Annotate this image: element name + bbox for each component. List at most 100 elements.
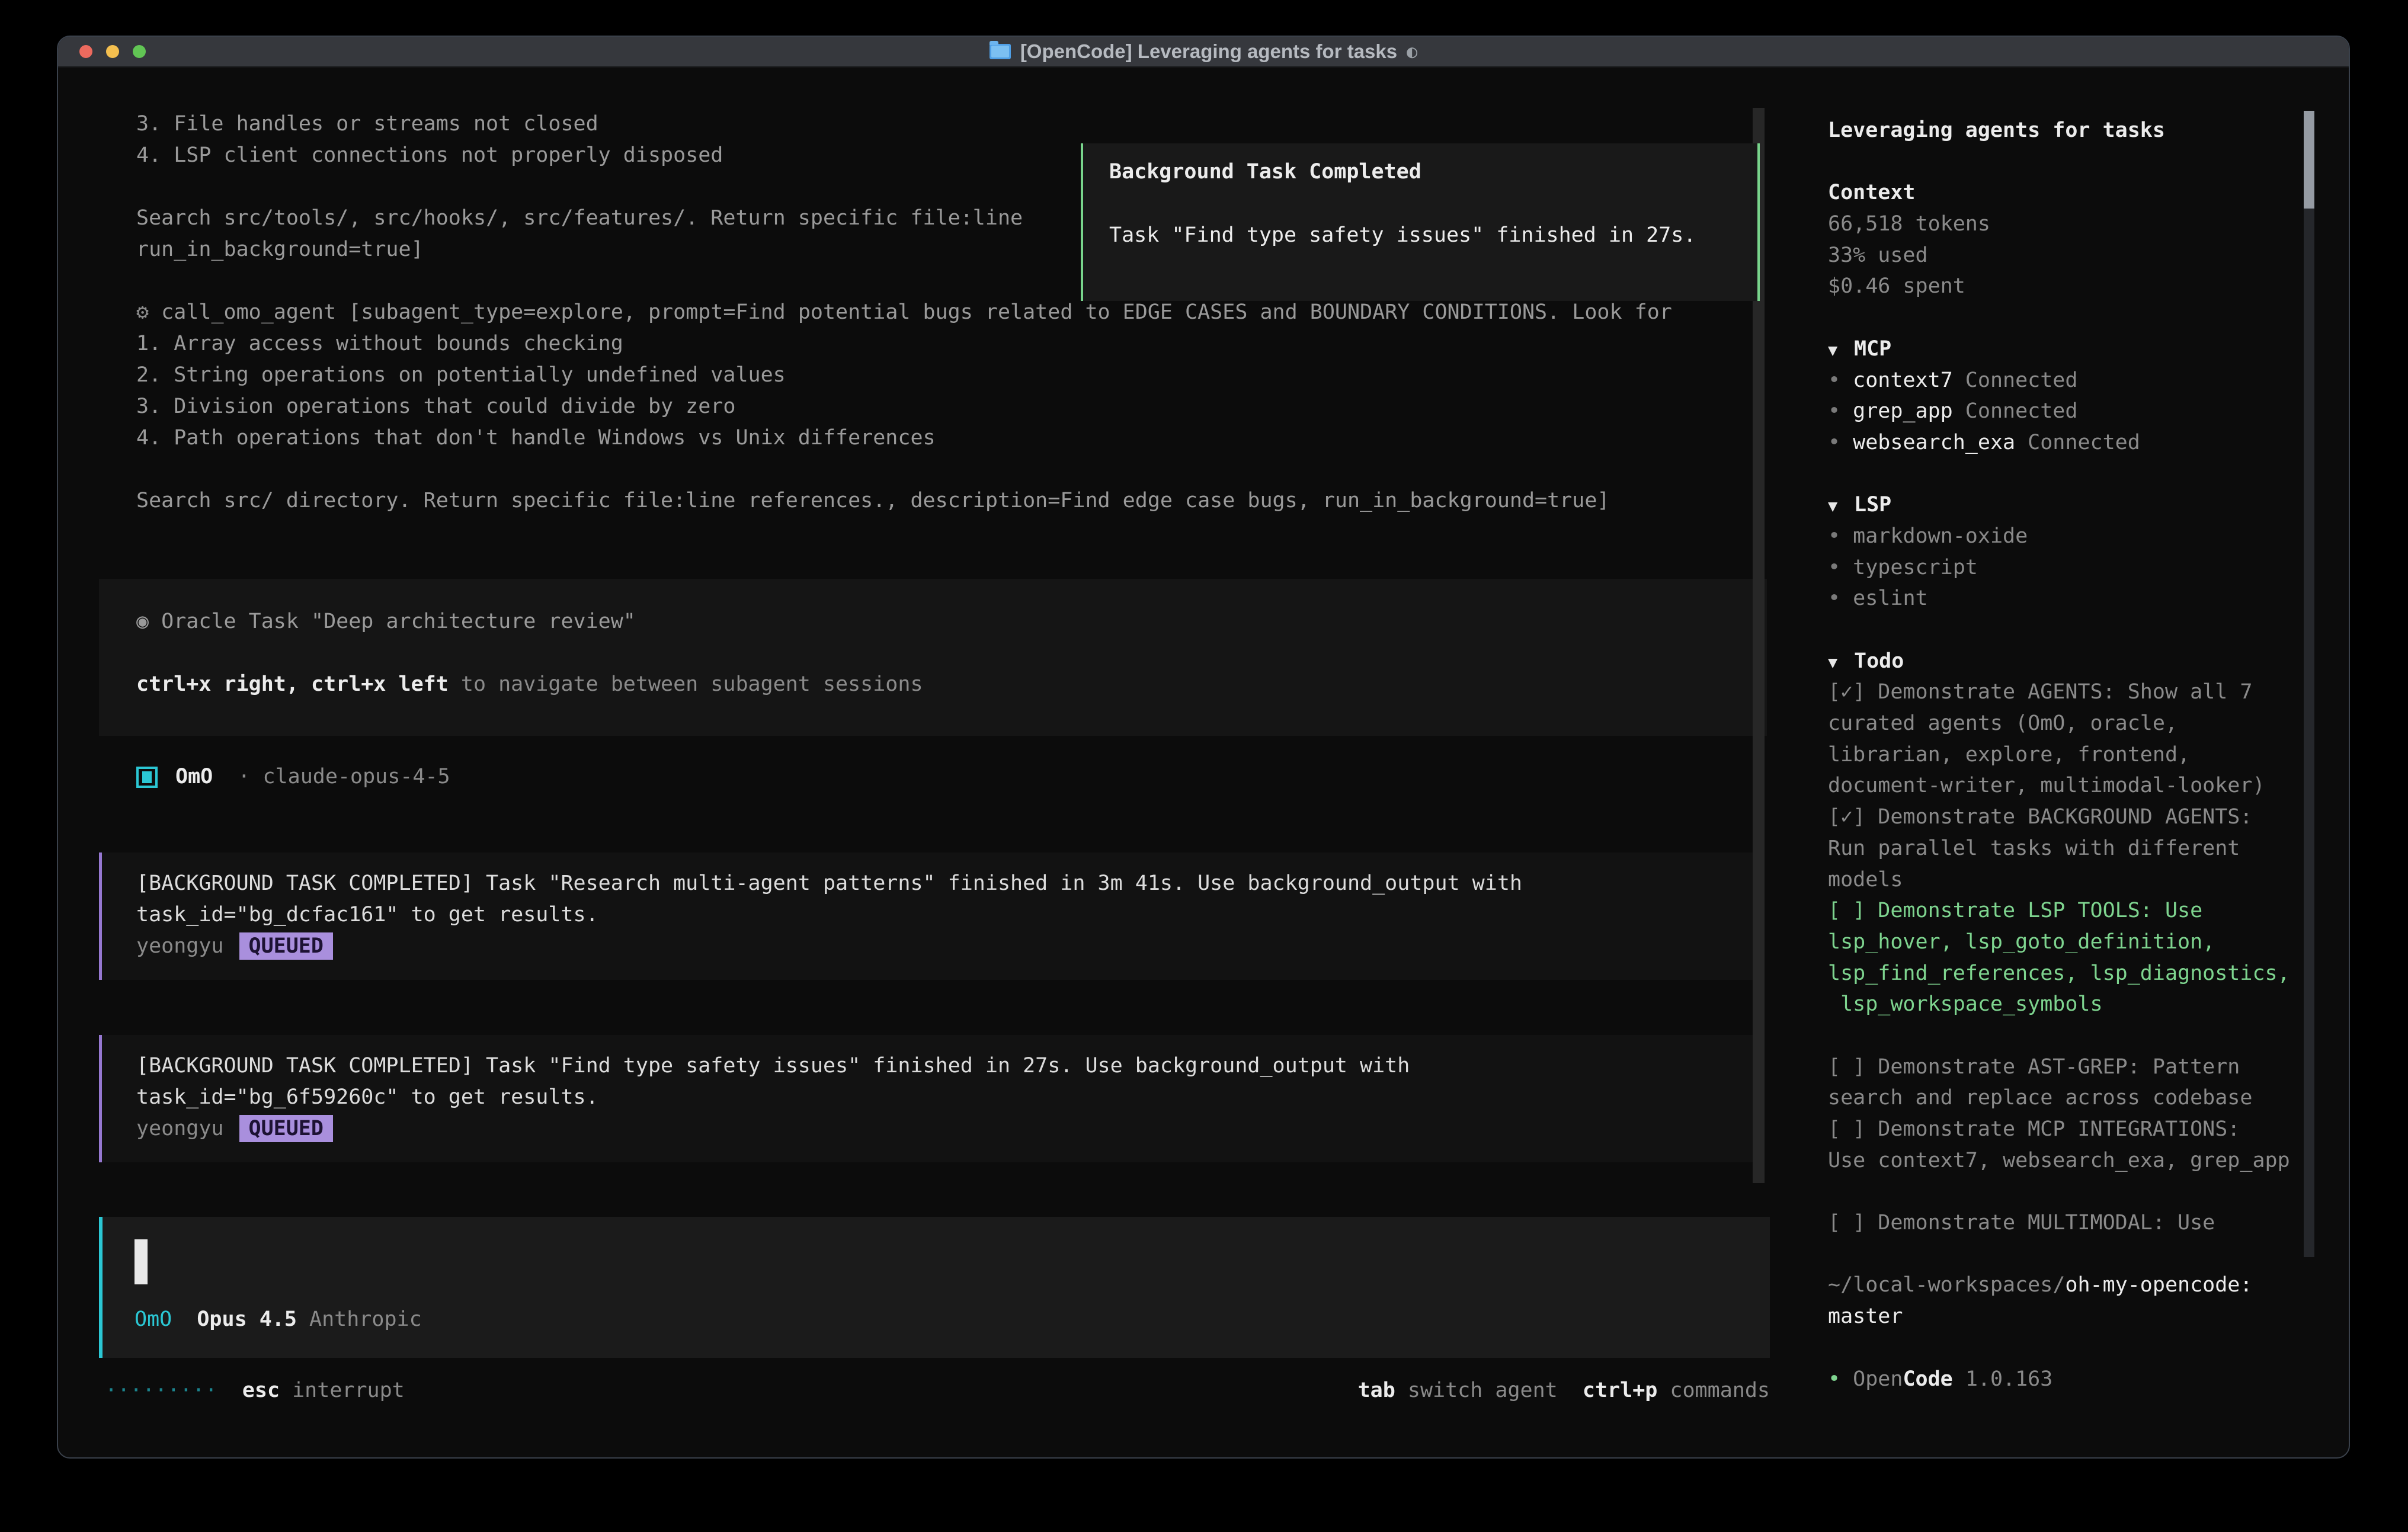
todo-line: librarian, explore, frontend, (1828, 739, 2349, 771)
spacer (1828, 1239, 2349, 1270)
folder-icon (990, 44, 1011, 59)
tool-call-line: ⚙ call_omo_agent [subagent_type=explore,… (136, 297, 1672, 328)
todo-line: models (1828, 864, 2349, 896)
spacer (1828, 614, 2349, 646)
window-title-area: [OpenCode] Leveraging agents for tasks ◐ (58, 37, 2349, 66)
prompt-input[interactable]: OmO Opus 4.5 Anthropic (99, 1217, 1770, 1358)
oracle-title-text: Oracle Task "Deep architecture review" (161, 610, 636, 633)
status-badge: QUEUED (239, 932, 333, 960)
oracle-task-title: ◉ Oracle Task "Deep architecture review" (136, 606, 1767, 637)
todo-line: [✓] Demonstrate AGENTS: Show all 7 (1828, 677, 2349, 708)
titlebar: [OpenCode] Leveraging agents for tasks ◐ (58, 37, 2349, 68)
version-line: • OpenCode 1.0.163 (1828, 1364, 2349, 1395)
todo-line: [ ] Demonstrate AST-GREP: Pattern (1828, 1052, 2349, 1083)
background-task-notification: Background Task Completed Task "Find typ… (1081, 143, 1760, 301)
oracle-spacer (136, 637, 1767, 669)
todo-line-active: lsp_workspace_symbols (1828, 989, 2349, 1020)
status-right-hints: tab switch agent ctrl+p commands (1358, 1375, 1770, 1406)
spacer (1828, 302, 2349, 334)
todo-line: document-writer, multimodal-looker) (1828, 770, 2349, 802)
todo-line: [✓] Demonstrate BACKGROUND AGENTS: (1828, 802, 2349, 833)
bullet-icon: • (1828, 586, 1840, 610)
context-used: 33% used (1828, 240, 2349, 271)
task-line: task_id="bg_dcfac161" to get results. (136, 899, 1761, 931)
workspace-branch: master (1828, 1301, 2349, 1332)
sidebar-scrollbar-thumb[interactable] (2304, 111, 2314, 209)
lsp-item: • typescript (1828, 552, 2349, 584)
terminal-line (136, 454, 1672, 485)
bullet-icon: • (1828, 524, 1840, 548)
mcp-section-header[interactable]: ▼MCP (1828, 334, 2349, 365)
spacer (1828, 1332, 2349, 1364)
todo-line: search and replace across codebase (1828, 1082, 2349, 1114)
input-provider-name: Anthropic (297, 1307, 422, 1331)
status-dot-icon: • (1828, 1367, 1840, 1391)
spacer (1828, 459, 2349, 490)
task-meta: yeongyu QUEUED (136, 931, 1761, 962)
todo-line: curated agents (OmO, oracle, (1828, 708, 2349, 739)
spacer (1828, 146, 2349, 178)
status-badge: QUEUED (239, 1115, 333, 1142)
todo-line-active: lsp_find_references, lsp_diagnostics, (1828, 958, 2349, 989)
triangle-down-icon: ▼ (1828, 648, 1854, 679)
terminal-line: Search src/ directory. Return specific f… (136, 485, 1672, 517)
task-meta: yeongyu QUEUED (136, 1113, 1761, 1145)
input-model-name: Opus 4.5 (172, 1307, 297, 1331)
record-icon: ◉ (136, 610, 149, 633)
terminal-line: 2. String operations on potentially unde… (136, 360, 1672, 391)
model-row: OmO Opus 4.5 Anthropic (135, 1304, 422, 1335)
terminal-window: [OpenCode] Leveraging agents for tasks ◐… (57, 36, 2350, 1459)
agent-model: · claude-opus-4-5 (213, 761, 450, 793)
notification-body: Task "Find type safety issues" finished … (1109, 220, 1757, 251)
lsp-section-header[interactable]: ▼LSP (1828, 489, 2349, 521)
terminal-line: 1. Array access without bounds checking (136, 328, 1672, 360)
oracle-hint: ctrl+x right, ctrl+x left to navigate be… (136, 669, 1767, 700)
task-line: task_id="bg_6f59260c" to get results. (136, 1082, 1761, 1113)
notification-title: Background Task Completed (1109, 156, 1757, 188)
agent-icon (136, 767, 158, 788)
gear-icon: ⚙ (136, 300, 149, 324)
window-title: [OpenCode] Leveraging agents for tasks (1020, 40, 1397, 63)
bullet-icon: • (1828, 431, 1840, 454)
text-cursor (135, 1239, 148, 1284)
triangle-down-icon: ▼ (1828, 491, 1854, 523)
session-sidebar: Leveraging agents for tasks Context 66,5… (1828, 115, 2349, 1395)
agent-header: OmO · claude-opus-4-5 (136, 761, 450, 793)
todo-line: [ ] Demonstrate MULTIMODAL: Use (1828, 1207, 2349, 1239)
mcp-item: • context7 Connected (1828, 365, 2349, 396)
oracle-task-box: ◉ Oracle Task "Deep architecture review"… (99, 579, 1767, 736)
terminal-line: 3. File handles or streams not closed (136, 108, 1672, 140)
tool-call-text: call_omo_agent [subagent_type=explore, p… (161, 300, 1672, 324)
status-bar: ········· esc interrupt tab switch agent… (105, 1375, 1770, 1406)
esc-hint: esc interrupt (217, 1375, 405, 1406)
spacer (1828, 1020, 2349, 1052)
todo-line-active: lsp_hover, lsp_goto_definition, (1828, 927, 2349, 958)
mcp-item: • grep_app Connected (1828, 396, 2349, 427)
oracle-hint-keys: ctrl+x right, ctrl+x left (136, 672, 449, 696)
notification-spacer (1109, 188, 1757, 220)
task-user: yeongyu (136, 1117, 224, 1140)
bullet-icon: • (1828, 368, 1840, 392)
mcp-item: • websearch_exa Connected (1828, 427, 2349, 459)
task-user: yeongyu (136, 934, 224, 958)
todo-line: Use context7, websearch_exa, grep_app (1828, 1145, 2349, 1177)
terminal-line: 4. Path operations that don't handle Win… (136, 422, 1672, 454)
bullet-icon: • (1828, 399, 1840, 423)
context-spent: $0.46 spent (1828, 271, 2349, 302)
sidebar-scrollbar-track[interactable] (2304, 209, 2314, 1257)
input-agent-name: OmO (135, 1307, 172, 1331)
task-line: [BACKGROUND TASK COMPLETED] Task "Find t… (136, 1050, 1761, 1082)
spinner-dots-icon: ········· (105, 1375, 217, 1406)
terminal-line: 3. Division operations that could divide… (136, 391, 1672, 422)
todo-line: Run parallel tasks with different (1828, 833, 2349, 864)
oracle-hint-rest: to navigate between subagent sessions (449, 672, 923, 696)
task-result-card: [BACKGROUND TASK COMPLETED] Task "Resear… (99, 852, 1761, 980)
context-tokens: 66,518 tokens (1828, 209, 2349, 240)
todo-section-header[interactable]: ▼Todo (1828, 646, 2349, 677)
bullet-icon: • (1828, 556, 1840, 579)
spacer (1828, 1176, 2349, 1207)
todo-line: [ ] Demonstrate MCP INTEGRATIONS: (1828, 1114, 2349, 1145)
workspace-path: ~/local-workspaces/oh-my-opencode: (1828, 1270, 2349, 1301)
task-line: [BACKGROUND TASK COMPLETED] Task "Resear… (136, 868, 1761, 899)
half-circle-icon: ◐ (1407, 41, 1417, 62)
